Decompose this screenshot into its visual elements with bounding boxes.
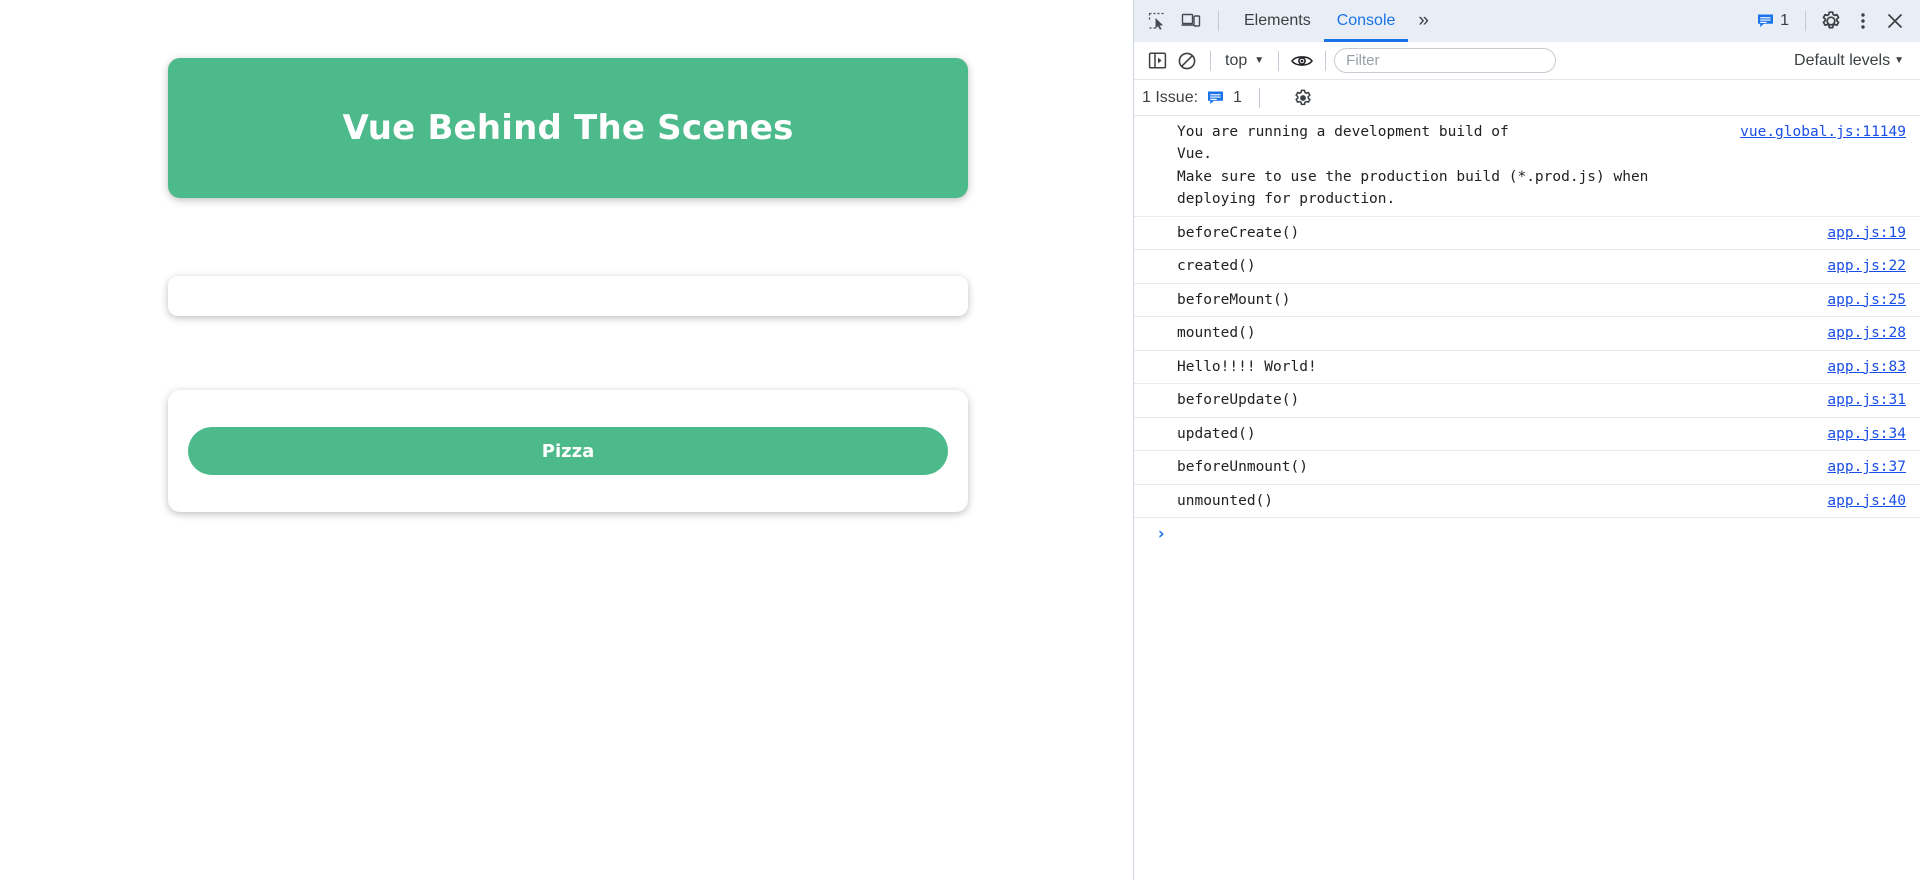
console-message-text: created() [1177,258,1256,275]
toolbar-divider-1 [1210,50,1211,71]
log-levels-dropdown[interactable]: Default levels ▼ [1786,52,1912,70]
console-message[interactable]: unmounted() app.js:40 [1134,485,1920,519]
console-message-source[interactable]: app.js:37 [1827,456,1906,478]
console-message[interactable]: beforeCreate() app.js:19 [1134,217,1920,251]
console-message-text: unmounted() [1177,492,1274,509]
kebab-menu-icon[interactable] [1848,6,1878,36]
console-message-text: beforeUnmount() [1177,459,1308,476]
issues-count-label: 1 [1780,12,1789,29]
console-message-source[interactable]: app.js:22 [1827,255,1906,277]
console-message[interactable]: beforeUpdate() app.js:31 [1134,384,1920,418]
devtools-tabbar-left [1134,0,1227,42]
issues-counter-button[interactable]: 1 [1751,6,1795,36]
issues-bar-count: 1 [1233,88,1242,106]
console-message[interactable]: mounted() app.js:28 [1134,317,1920,351]
console-message-text: beforeCreate() [1177,224,1300,241]
console-message[interactable]: beforeMount() app.js:25 [1134,284,1920,318]
page-header-card: Vue Behind The Scenes [168,58,968,198]
console-message[interactable]: beforeUnmount() app.js:37 [1134,451,1920,485]
issue-badge-icon [1207,90,1224,106]
console-message[interactable]: created() app.js:22 [1134,250,1920,284]
tab-console[interactable]: Console [1323,0,1409,42]
console-message[interactable]: You are running a development build of V… [1134,116,1920,217]
console-message-text: mounted() [1177,325,1256,342]
issues-bar-label: 1 Issue: [1142,88,1199,106]
devtools-panel: Elements Console » 1 top ▼ Filter Defaul… [1133,0,1920,880]
devtools-tabbar: Elements Console » 1 [1134,0,1920,42]
console-message-source[interactable]: app.js:83 [1827,356,1906,378]
devtools-tabs: Elements Console [1231,0,1409,42]
execution-context-dropdown[interactable]: top ▼ [1219,52,1270,70]
issue-badge-icon [1757,13,1774,29]
console-message-text: beforeMount() [1177,291,1291,308]
issues-bar-divider [1258,87,1260,108]
tab-elements-label: Elements [1244,12,1311,29]
console-prompt-input[interactable] [1178,526,1906,543]
console-message-source[interactable]: app.js:28 [1827,322,1906,344]
issues-bar: 1 Issue: 1 [1134,80,1920,116]
page-content: Vue Behind The Scenes Pizza [0,0,1133,512]
console-message-source[interactable]: vue.global.js:11149 [1740,121,1906,143]
toolbar-divider-3 [1325,50,1327,71]
console-message-source[interactable]: app.js:19 [1827,222,1906,244]
chevron-down-icon: ▼ [1254,54,1265,66]
console-message-text: Hello!!!! World! [1177,358,1317,375]
chevron-down-icon: ▼ [1894,54,1904,66]
show-console-sidebar-icon[interactable] [1142,46,1172,76]
execution-context-label: top [1225,51,1248,69]
console-filter-input[interactable] [1334,48,1557,73]
device-toolbar-icon[interactable] [1176,6,1206,36]
page-title: Vue Behind The Scenes [342,108,794,148]
console-message-list[interactable]: You are running a development build of V… [1134,116,1920,880]
tab-elements[interactable]: Elements [1231,0,1324,42]
text-input[interactable] [168,276,968,316]
console-message[interactable]: updated() app.js:34 [1134,418,1920,452]
console-message[interactable]: Hello!!!! World! app.js:83 [1134,351,1920,385]
toolbar-divider-2 [1278,50,1280,71]
gear-icon[interactable] [1816,6,1846,36]
tab-console-label: Console [1336,12,1396,29]
inspect-element-icon[interactable] [1142,6,1172,36]
console-message-source[interactable]: app.js:25 [1827,289,1906,311]
console-message-text: You are running a development build of V… [1177,124,1649,208]
text-input-card[interactable] [168,276,968,316]
console-message-source[interactable]: app.js:31 [1827,389,1906,411]
clear-console-icon[interactable] [1172,46,1202,76]
console-message-text: updated() [1177,425,1256,442]
console-message-text: beforeUpdate() [1177,392,1300,409]
live-expression-eye-icon[interactable] [1287,46,1317,76]
log-levels-label: Default levels [1794,51,1891,69]
screen: Vue Behind The Scenes Pizza Elements Con… [0,0,1920,880]
pizza-button[interactable]: Pizza [188,427,948,475]
issues-settings-gear-icon[interactable] [1293,88,1313,108]
console-message-source[interactable]: app.js:34 [1827,423,1906,445]
console-message-source[interactable]: app.js:40 [1827,490,1906,512]
more-tabs-icon[interactable]: » [1408,0,1439,42]
button-card: Pizza [168,390,968,512]
console-toolbar: top ▼ Default levels ▼ [1134,42,1920,80]
tabbar-divider [1218,11,1219,31]
devtools-tabbar-right: 1 [1751,0,1920,42]
console-prompt-caret-icon: › [1156,524,1167,545]
console-prompt[interactable]: › [1134,518,1920,550]
tabbar-right-divider [1805,11,1806,31]
web-page-viewport: Vue Behind The Scenes Pizza [0,0,1133,880]
close-icon[interactable] [1880,6,1910,36]
